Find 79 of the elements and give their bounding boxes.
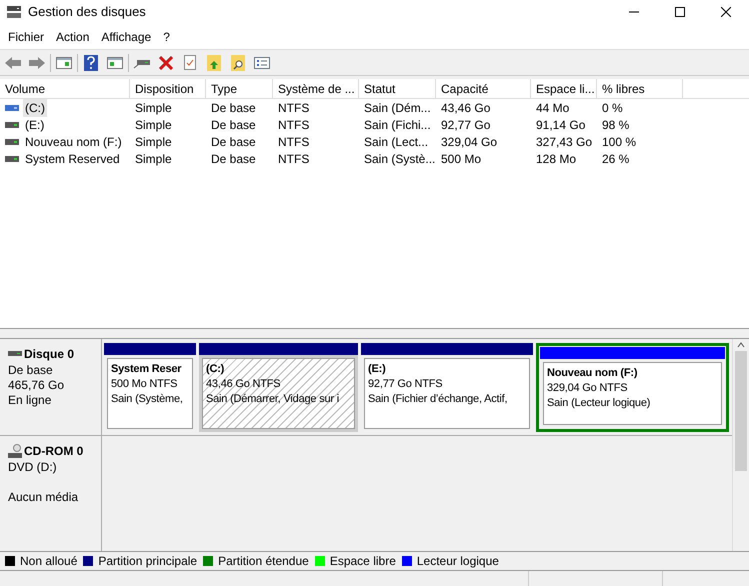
table-cell-text: 128 Mo [536, 150, 576, 168]
table-cell-text: Sain (Fichi... [364, 116, 431, 134]
legend-label: Non alloué [20, 553, 78, 570]
table-cell-text: De base [211, 134, 256, 150]
column-header[interactable]: % libres [597, 79, 683, 98]
table-cell-text: NTFS [278, 134, 310, 150]
table-cell-text: 329,04 Go [441, 134, 498, 150]
table-cell-text: 43,46 Go [441, 100, 490, 116]
legend-label: Partition étendue [218, 553, 309, 570]
legend-label: Espace libre [330, 553, 396, 570]
partition-size: 92,77 Go NTFS [368, 377, 444, 392]
disk-info: 465,76 Go [8, 378, 66, 393]
table-cell-text: 92,77 Go [441, 116, 490, 134]
legend-label: Lecteur logique [416, 553, 499, 570]
partition-name: System Reser [111, 362, 182, 377]
drive-icon [5, 120, 19, 128]
table-cell-text: 100 % [602, 134, 636, 150]
menu-item[interactable]: Affichage [95, 28, 158, 46]
disk-info: Aucun média [8, 490, 80, 505]
table-cell-text: Simple [135, 116, 172, 134]
drive-icon [5, 138, 19, 146]
partition-status: Sain (Démarrer, Vidage sur i [206, 392, 340, 407]
menu-item[interactable]: Action [50, 28, 96, 46]
table-cell-text: Sain (Lect... [364, 134, 428, 150]
cd-drive-icon [8, 444, 22, 458]
table-cell-text: De base [211, 116, 256, 134]
close-icon [721, 7, 731, 17]
table-cell-text: 98 % [602, 116, 630, 134]
table-cell-text: 0 % [602, 100, 623, 116]
table-cell-text: Simple [135, 150, 172, 168]
table-cell[interactable]: (E:) [23, 116, 46, 134]
table-cell-text: 91,14 Go [536, 116, 586, 134]
partition[interactable]: Nouveau nom (F:) 329,04 Go NTFS Sain (Lecteur logique) [536, 343, 729, 432]
menu-item[interactable]: ? [157, 28, 176, 46]
column-header[interactable]: Statut [359, 79, 436, 98]
partition-status: Sain (Système, [111, 392, 184, 407]
table-cell-text: 44 Mo [536, 100, 570, 116]
table-cell[interactable]: Nouveau nom (F:) [23, 132, 124, 150]
disk-management-icon [6, 5, 22, 19]
table-cell-text: Simple [135, 100, 172, 116]
table-cell-text: De base [211, 150, 256, 168]
menu-item[interactable]: Fichier [2, 28, 50, 46]
scrollbar[interactable] [732, 339, 749, 551]
table-cell-text: NTFS [278, 150, 310, 168]
column-header[interactable]: Capacité [436, 79, 531, 98]
drive-icon [5, 154, 19, 162]
table-cell-text: 500 Mo [441, 150, 482, 168]
partition-name: Nouveau nom (F:) [547, 366, 638, 381]
column-header[interactable]: Espace li... [531, 79, 597, 98]
table-cell-text: Simple [135, 134, 172, 150]
table-cell-text: De base [211, 100, 256, 116]
partition-status: Sain (Fichier d’échange, Actif, [368, 392, 508, 407]
table-cell-text: Sain (Dém... [364, 100, 431, 116]
maximize-icon [675, 7, 685, 17]
disk-name: CD-ROM 0 [24, 443, 84, 460]
column-header[interactable]: Type [206, 79, 273, 98]
partition-size: 500 Mo NTFS [111, 377, 178, 392]
column-header[interactable]: Volume [0, 79, 130, 98]
table-cell-text: 26 % [602, 150, 630, 168]
disk-info: De base [8, 363, 54, 378]
partition-size: 43,46 Go NTFS [206, 377, 282, 392]
table-cell-text: Sain (Systè... [364, 150, 436, 168]
drive-icon [5, 104, 19, 112]
partition-name: (C:) [206, 362, 226, 377]
column-header[interactable]: Disposition [130, 79, 206, 98]
partition-status: Sain (Lecteur logique) [547, 396, 652, 411]
legend-label: Partition principale [98, 553, 198, 570]
partition-size: 329,04 Go NTFS [547, 381, 628, 396]
table-cell[interactable]: System Reserved [23, 150, 122, 168]
disk-info: En ligne [8, 393, 52, 408]
partition-name: (E:) [368, 362, 387, 377]
table-cell-text: NTFS [278, 116, 310, 134]
window-title: Gestion des disques [28, 3, 146, 22]
table-cell-text: NTFS [278, 100, 310, 116]
table-cell-text: 327,43 Go [536, 134, 592, 150]
table-cell[interactable]: (C:) [23, 98, 47, 116]
column-header[interactable]: Système de ... [273, 79, 359, 98]
disk-name: Disque 0 [24, 346, 74, 363]
disk-info: DVD (D:) [8, 460, 58, 475]
